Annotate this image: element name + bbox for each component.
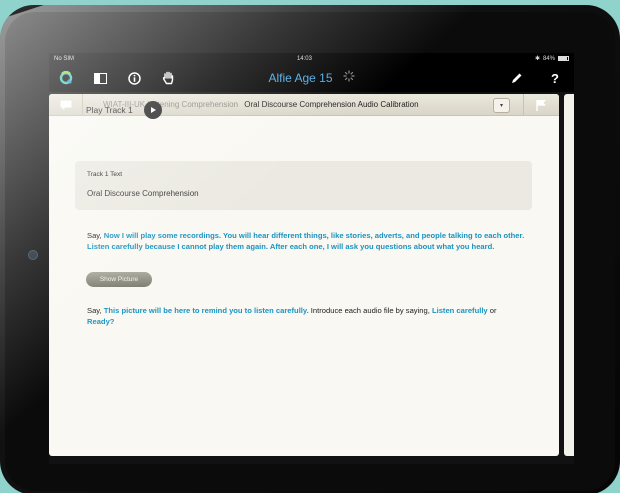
spoken-ready: Ready?	[87, 317, 115, 326]
chevron-down-icon: ▾	[499, 103, 503, 109]
ipad-side-button	[28, 250, 38, 260]
spoken-instruction-2: This picture will be here to remind you …	[103, 306, 309, 315]
ipad-device-frame: No SIM 14:03 ✱ 84% Alfie Age 15 ? WIAT-I…	[0, 5, 620, 493]
say-prefix-2: Say,	[87, 306, 104, 315]
sidebar-icon[interactable]	[87, 65, 113, 91]
play-button[interactable]	[143, 101, 162, 119]
status-bar: No SIM 14:03 ✱ 84%	[49, 53, 574, 64]
instruction-paragraph-2: Say, This picture will be here to remind…	[87, 305, 525, 327]
pencil-icon[interactable]	[504, 65, 530, 91]
track-text-box: Track 1 Text Oral Discourse Comprehensio…	[75, 161, 532, 210]
flag-icon[interactable]	[523, 94, 559, 116]
carrier-label: No SIM	[54, 55, 75, 62]
track-text-title: Track 1 Text	[87, 171, 123, 178]
battery-percent: 84%	[542, 55, 555, 62]
spoken-instruction: Now I will play some recordings. You wil…	[87, 231, 525, 251]
play-icon	[150, 107, 156, 113]
nav-bar: Alfie Age 15 ?	[49, 64, 574, 92]
chat-bubble-icon[interactable]	[49, 94, 83, 116]
content-area: WIAT-III-UK Listening Comprehension Oral…	[49, 92, 574, 464]
item-title: Oral Discourse Comprehension Audio Calib…	[244, 100, 419, 109]
show-picture-label: Show Picture	[99, 276, 139, 283]
status-time: 14:03	[296, 55, 312, 62]
help-icon[interactable]: ?	[542, 65, 568, 91]
say-prefix: Say,	[87, 231, 104, 240]
instruction-middle: Introduce each audio file by saying,	[308, 306, 432, 315]
spinner-icon	[342, 69, 355, 87]
show-picture-button[interactable]: Show Picture	[86, 272, 152, 287]
instruction-paragraph-1: Say, Now I will play some recordings. Yo…	[87, 230, 525, 252]
instruction-or: or	[487, 306, 497, 315]
nav-left-group	[49, 65, 181, 91]
spoken-listen-carefully: Listen carefully	[431, 306, 488, 315]
status-right: ✱ 84%	[535, 55, 569, 62]
help-label: ?	[551, 70, 559, 86]
info-icon[interactable]	[121, 65, 147, 91]
item-panel: WIAT-III-UK Listening Comprehension Oral…	[49, 94, 559, 456]
nav-right-group: ?	[504, 65, 574, 91]
hand-icon[interactable]	[155, 65, 181, 91]
next-panel-peek	[564, 94, 574, 456]
bluetooth-icon: ✱	[534, 56, 540, 62]
app-screen: No SIM 14:03 ✱ 84% Alfie Age 15 ? WIAT-I…	[49, 53, 574, 464]
track-text-content: Oral Discourse Comprehension	[87, 189, 199, 198]
play-track-row: Play Track 1	[86, 101, 162, 119]
q-logo-icon[interactable]	[53, 65, 79, 91]
play-track-label: Play Track 1	[86, 105, 133, 115]
item-dropdown-button[interactable]: ▾	[493, 98, 510, 113]
client-name-title[interactable]: Alfie Age 15	[268, 71, 332, 85]
battery-icon	[557, 56, 569, 61]
